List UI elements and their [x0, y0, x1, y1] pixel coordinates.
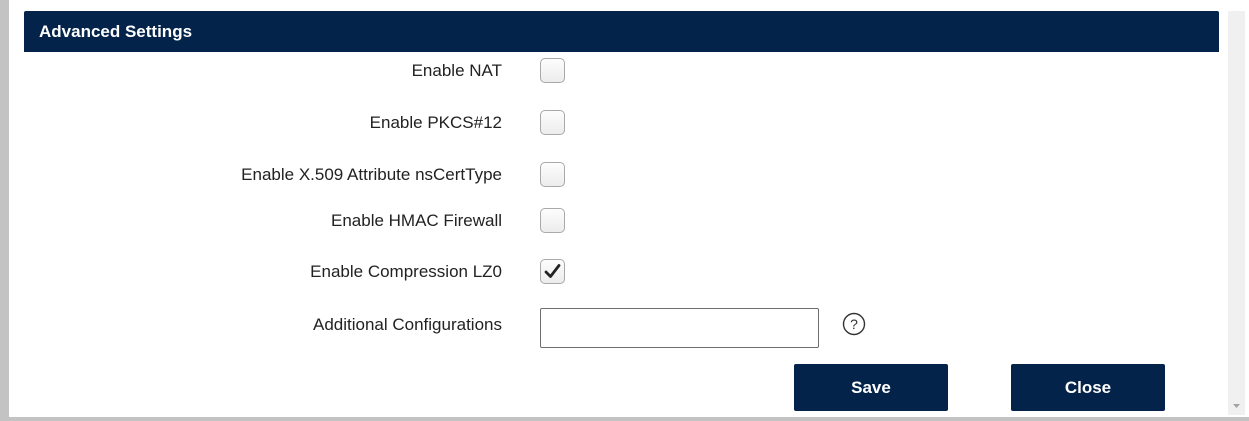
scroll-down-arrow-icon[interactable]: [1228, 397, 1245, 414]
setting-row-x509: Enable X.509 Attribute nsCertType: [0, 160, 1249, 190]
setting-row-compression: Enable Compression LZ0: [0, 257, 1249, 287]
additional-configurations-input[interactable]: [540, 308, 819, 348]
checkmark-icon: [544, 264, 561, 278]
window-bottom-border: [0, 417, 1249, 421]
enable-pkcs12-label: Enable PKCS#12: [369, 113, 502, 132]
enable-nat-checkbox[interactable]: [540, 58, 565, 83]
enable-nat-label: Enable NAT: [411, 61, 502, 80]
panel-header: Advanced Settings: [24, 11, 1219, 52]
svg-text:?: ?: [850, 316, 858, 332]
setting-row-nat: Enable NAT: [0, 56, 1249, 86]
setting-row-pkcs12: Enable PKCS#12: [0, 108, 1249, 138]
enable-x509-checkbox[interactable]: [540, 162, 565, 187]
setting-row-additional: Additional Configurations ?: [0, 308, 1249, 348]
save-button[interactable]: Save: [794, 364, 948, 411]
additional-configurations-label: Additional Configurations: [312, 315, 502, 334]
panel-title: Advanced Settings: [39, 22, 193, 41]
enable-pkcs12-checkbox[interactable]: [540, 110, 565, 135]
enable-compression-label: Enable Compression LZ0: [310, 262, 502, 281]
enable-compression-checkbox[interactable]: [540, 259, 565, 284]
setting-row-hmac: Enable HMAC Firewall: [0, 206, 1249, 236]
close-button[interactable]: Close: [1011, 364, 1165, 411]
enable-x509-label: Enable X.509 Attribute nsCertType: [241, 165, 502, 184]
enable-hmac-label: Enable HMAC Firewall: [331, 211, 502, 230]
vertical-scrollbar[interactable]: [1228, 11, 1245, 415]
enable-hmac-checkbox[interactable]: [540, 208, 565, 233]
question-circle-icon[interactable]: ?: [842, 312, 866, 336]
